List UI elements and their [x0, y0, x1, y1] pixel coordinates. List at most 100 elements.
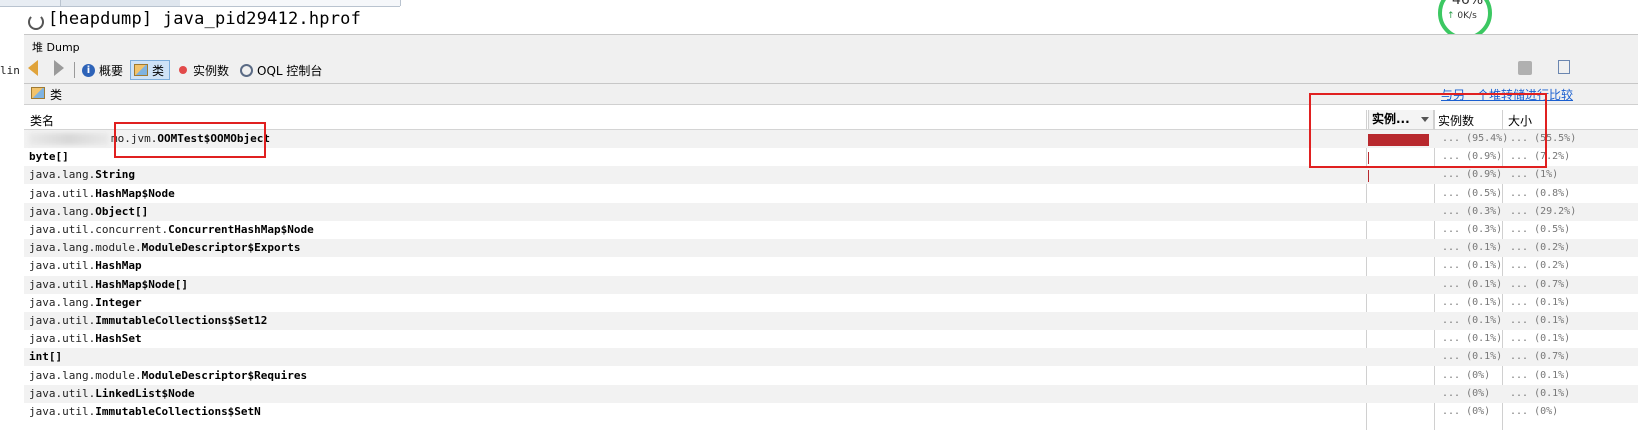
size-cell: ... (0.1%)	[1510, 387, 1571, 399]
export-icon[interactable]	[1558, 60, 1570, 74]
classes-tab[interactable]: 类	[130, 60, 170, 80]
size-cell: ... (0.1%)	[1510, 296, 1571, 308]
package-name: java.util.	[29, 332, 96, 346]
simple-class-name: ImmutableCollections$Set12	[95, 314, 268, 327]
class-name-cell: java.lang.Integer	[29, 294, 142, 312]
class-name-cell: java.util.concurrent.ConcurrentHashMap$N…	[29, 221, 314, 239]
class-name-cell: int[]	[29, 348, 62, 366]
simple-class-name: byte[]	[29, 150, 69, 164]
forward-button[interactable]	[54, 60, 64, 80]
simple-class-name: ModuleDescriptor$Exports	[141, 241, 301, 255]
instances-cell: ... (0.1%)	[1442, 333, 1503, 345]
instances-cell: ... (0.1%)	[1442, 315, 1503, 326]
table-row[interactable]: java.util.HashMap ... (0.1%) ... (0.2%)	[24, 257, 1638, 275]
tab-strip	[0, 0, 401, 7]
table-row[interactable]: java.util.HashMap$Node ... (0.5%) ... (0.8…	[24, 185, 1638, 203]
class-name-cell: java.lang.Object[]	[29, 203, 148, 221]
table-row[interactable]: java.lang.module.ModuleDescriptor$Export…	[24, 239, 1638, 258]
loading-spinner-icon	[28, 14, 44, 30]
table-row[interactable]: java.util.LinkedList$Node ... (0%) ... (0.…	[24, 384, 1638, 403]
window-title: [heapdump] java_pid29412.hprof	[48, 9, 362, 29]
upload-arrow-icon: ↑	[1447, 11, 1455, 21]
column-class-name[interactable]: 类名	[30, 112, 54, 129]
size-cell: ... (0.7%)	[1510, 351, 1571, 363]
package-name: java.lang.	[29, 295, 96, 309]
summary-tab-label: 概要	[99, 63, 124, 78]
instances-tab[interactable]: 实例数	[176, 60, 229, 80]
simple-class-name: ConcurrentHashMap$Node	[168, 223, 314, 236]
simple-class-name: Integer	[95, 295, 142, 309]
oql-icon	[240, 63, 253, 77]
class-name-cell: java.util.HashMap$Node	[29, 185, 175, 203]
simple-class-name: ImmutableCollections$SetN	[95, 405, 261, 418]
package-name: java.util.	[29, 386, 96, 400]
class-name-cell: java.util.ImmutableCollections$Set12	[29, 312, 267, 330]
package-name: java.util.	[29, 259, 96, 273]
instances-cell: ... (0.3%)	[1442, 224, 1503, 235]
instances-cell: ... (0.1%)	[1442, 260, 1503, 272]
size-cell: ... (0.1%)	[1510, 369, 1571, 381]
size-cell: ... (0.2%)	[1510, 260, 1571, 272]
size-cell: ... (0.5%)	[1510, 224, 1571, 235]
simple-class-name: HashSet	[95, 332, 142, 346]
summary-tab[interactable]: i 概要	[82, 60, 123, 80]
forward-arrow-icon	[54, 60, 64, 76]
redacted-package	[29, 133, 109, 145]
classes-bar-label: 类	[50, 88, 63, 102]
oql-console-label: OQL 控制台	[257, 63, 323, 78]
back-button[interactable]	[28, 60, 38, 80]
size-cell: ... (0.8%)	[1510, 187, 1571, 199]
size-cell: ... (0.2%)	[1510, 242, 1571, 254]
table-row[interactable]: java.lang.Integer ... (0.1%) ... (0.1%)	[24, 294, 1638, 312]
instances-cell: ... (0.3%)	[1442, 205, 1503, 217]
back-arrow-icon	[28, 60, 38, 76]
instances-cell: ... (0.9%)	[1442, 169, 1503, 181]
class-name-cell: java.util.ImmutableCollections$SetN	[29, 403, 261, 421]
package-name: java.util.	[29, 314, 96, 327]
tab-heapdump[interactable]	[180, 0, 401, 6]
simple-class-name: Object[]	[95, 204, 149, 218]
table-row[interactable]: java.lang.module.ModuleDescriptor$Requir…	[24, 367, 1638, 385]
tab-previous[interactable]	[0, 0, 61, 6]
table-row[interactable]: java.util.concurrent.ConcurrentHashMap$N…	[24, 221, 1638, 239]
package-name: java.lang.module.	[29, 368, 142, 382]
simple-class-name: LinkedList$Node	[95, 386, 195, 400]
highlight-box-columns	[1309, 93, 1547, 168]
size-cell: ... (0.1%)	[1510, 315, 1571, 326]
table-row[interactable]: java.util.HashMap$Node[] ... (0.1%) ... (0…	[24, 275, 1638, 294]
save-snapshot-icon[interactable]	[1518, 61, 1532, 75]
table-row[interactable]: java.lang.String ... (0.9%) ... (1%)	[24, 166, 1638, 185]
classes-bar-icon	[31, 87, 45, 99]
left-edge-text: lin	[0, 64, 20, 77]
instances-tab-label: 实例数	[193, 63, 230, 78]
instance-dot-icon	[179, 66, 187, 74]
simple-class-name: String	[95, 168, 135, 182]
instances-cell: ... (0.1%)	[1442, 351, 1503, 363]
instances-cell: ... (0.1%)	[1442, 296, 1503, 308]
instances-cell: ... (0%)	[1442, 369, 1491, 381]
package-name: java.lang.module.	[29, 241, 142, 255]
oql-console-tab[interactable]: OQL 控制台	[240, 60, 322, 80]
instances-cell: ... (0%)	[1442, 406, 1491, 417]
instances-bar	[1368, 170, 1369, 183]
table-row[interactable]: java.util.ImmutableCollections$Set12 ... …	[24, 312, 1638, 330]
size-cell: ... (0%)	[1510, 406, 1559, 417]
class-name-cell: java.util.HashSet	[29, 330, 142, 348]
class-name-cell: java.util.HashMap$Node[]	[29, 276, 188, 294]
class-name-cell: java.lang.module.ModuleDescriptor$Export…	[29, 239, 301, 257]
toolbar-separator	[74, 62, 75, 78]
highlight-box-class	[114, 122, 266, 158]
simple-class-name: HashMap$Node[]	[95, 277, 188, 291]
table-row[interactable]: java.util.ImmutableCollections$SetN ... (…	[24, 403, 1638, 421]
simple-class-name: HashMap$Node	[95, 186, 175, 200]
class-name-cell: byte[]	[29, 148, 69, 166]
table-row[interactable]: java.lang.Object[] ... (0.3%) ... (29.2%)	[24, 202, 1638, 221]
table-row[interactable]: int[] ... (0.1%) ... (0.7%)	[24, 348, 1638, 367]
table-row[interactable]: java.util.HashSet ... (0.1%) ... (0.1%)	[24, 330, 1638, 348]
network-speed: ↑ 0K/s	[1447, 11, 1477, 21]
package-name: java.lang.	[29, 168, 96, 182]
instances-cell: ... (0.5%)	[1442, 187, 1503, 199]
instances-cell: ... (0.1%)	[1442, 278, 1503, 290]
package-name: java.util.	[29, 405, 96, 418]
network-speed-value: 0K/s	[1457, 11, 1477, 21]
